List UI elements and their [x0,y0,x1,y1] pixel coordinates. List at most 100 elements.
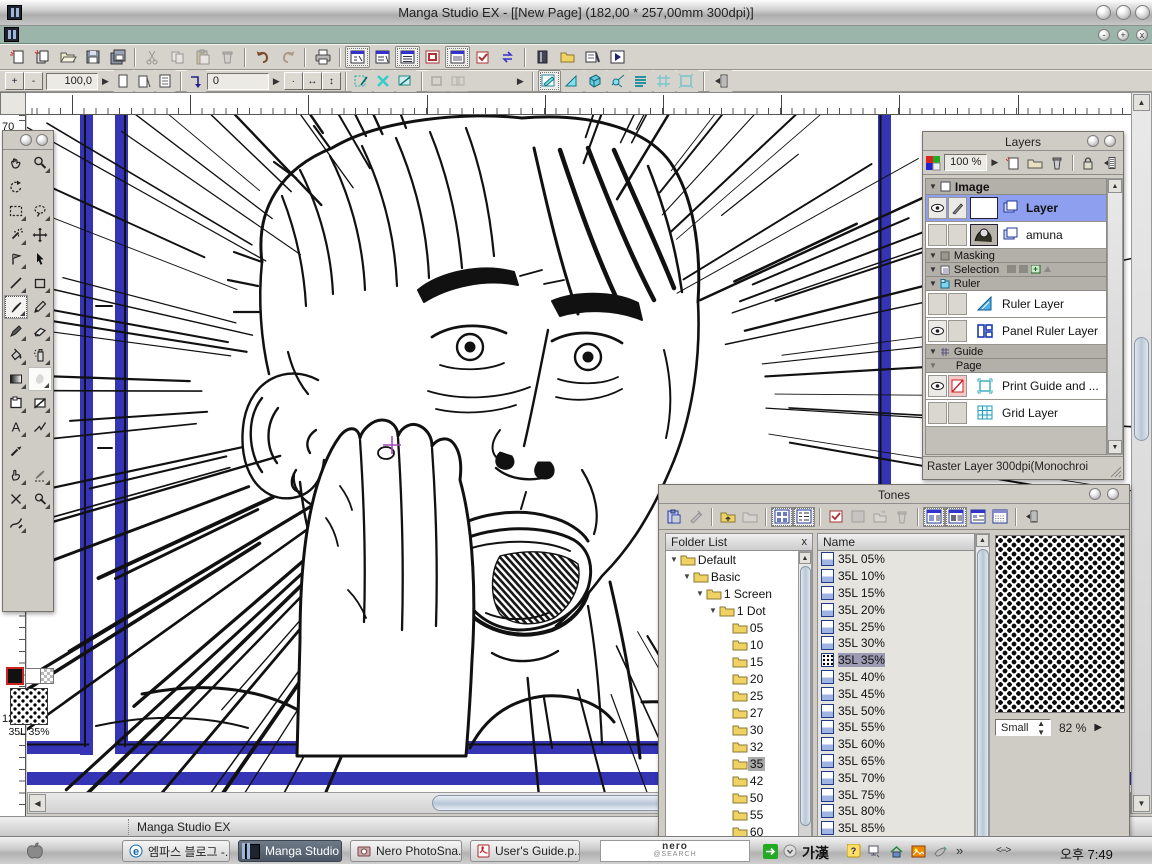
cut-button[interactable] [140,46,165,68]
folder-list-header[interactable]: Folder List x [665,533,813,551]
apply-tone-button[interactable] [847,507,869,527]
tray-help-icon[interactable]: ? [846,843,862,859]
menu-item[interactable] [60,26,78,30]
tone-list-item[interactable]: 35L 50% [818,702,974,719]
tray-home-icon[interactable] [888,843,904,859]
folder-tree-item[interactable]: ▼ 1 Screen [666,585,812,602]
thumbnail-view-button[interactable] [771,507,793,527]
preview-menu-arrow[interactable]: ▶ [1094,722,1102,733]
resize-grip-icon[interactable] [1108,464,1122,478]
move-tool[interactable] [28,223,52,247]
start-button-apple-icon[interactable] [24,841,46,861]
preview-size-select[interactable]: Small ▲▼ [995,719,1051,736]
tone-list-item[interactable]: 35L 30% [818,635,974,652]
menu-item[interactable] [168,26,186,30]
print-size-button[interactable] [155,70,176,92]
copy-button[interactable] [165,46,190,68]
airbrush-tool[interactable] [28,343,52,367]
vscroll-down-arrow[interactable]: ▼ [1133,795,1150,812]
view-folders-button[interactable] [923,507,945,527]
zoom-value-field[interactable]: 100,0 [46,73,98,90]
menu-item[interactable] [132,26,150,30]
folder-tree-item[interactable]: ▼ 32 [666,738,812,755]
visibility-toggle[interactable] [928,293,947,315]
focus-ruler-button[interactable] [607,70,630,92]
save-all-button[interactable] [105,46,130,68]
draw-toggle[interactable] [948,402,967,424]
flip-h-button[interactable]: ↔ [303,72,322,90]
paste-tone-button[interactable] [663,507,685,527]
rotate-value-field[interactable]: 0 [207,73,269,90]
redo-button[interactable] [275,46,300,68]
tone-list-header[interactable]: Name [817,533,975,551]
window-titlebar[interactable]: Manga Studio EX - [[New Page] (182,00 * … [0,0,1152,26]
no-print-toggle[interactable] [948,375,967,397]
lock-layer-button[interactable] [1078,153,1100,173]
foreground-color-swatch[interactable] [6,667,24,685]
tone-list-item[interactable]: 35L 55% [818,719,974,736]
flip-v-button[interactable]: ↕ [322,72,341,90]
visibility-toggle[interactable] [928,197,947,219]
menu-item[interactable] [114,26,132,30]
draw-toggle[interactable] [948,197,967,219]
page-prev-button[interactable] [427,70,448,92]
folder-tree-item[interactable]: ▼ 55 [666,806,812,823]
layers-palette-toggle[interactable] [395,46,420,68]
folder-tree-item[interactable]: ▼ Basic [666,568,812,585]
run-action-button[interactable] [605,46,630,68]
tools-palette-close-button[interactable] [36,134,48,146]
folder-tree-item[interactable]: ▼ 15 [666,653,812,670]
tray-launch-icon[interactable] [762,843,778,859]
folder-tree-item[interactable]: ▼ Default [666,551,812,568]
menu-item[interactable] [150,26,168,30]
selection-launcher-tool[interactable] [4,247,28,271]
list-view-button[interactable] [793,507,815,527]
sync-palettes-button[interactable] [495,46,520,68]
tones-menu-button[interactable] [1021,507,1043,527]
menu-item[interactable] [42,26,60,30]
tones-collapse-button[interactable] [1089,488,1101,500]
layer-color-icon[interactable] [925,155,941,171]
view-simple-button[interactable] [989,507,1011,527]
print-button[interactable] [310,46,335,68]
folder-tree-item[interactable]: ▼ 27 [666,704,812,721]
layers-scroll-down[interactable]: ▼ [1108,440,1122,454]
hscroll-left-arrow[interactable]: ◀ [29,794,46,812]
selection-pen-tool[interactable] [28,463,52,487]
undo-button[interactable] [250,46,275,68]
story-palette-toggle[interactable] [370,46,395,68]
tones-palette-titlebar[interactable]: Tones [659,485,1129,504]
layers-section-masking[interactable]: ▼ Masking [926,249,1106,263]
menu-item[interactable] [78,26,96,30]
doc-minimize-button[interactable]: - [1098,29,1110,41]
guide-button[interactable] [653,70,676,92]
menu-item[interactable] [186,26,204,30]
line-tool[interactable] [4,271,28,295]
view-detail-button[interactable] [967,507,989,527]
rotate-presets-arrow[interactable]: ▶ [269,76,284,87]
zoom-in-button[interactable]: + [5,72,24,90]
cross-ruler-tool[interactable] [4,487,28,511]
delete-button[interactable] [215,46,240,68]
tray-device-icon[interactable] [932,843,948,859]
rotate-view-button[interactable] [186,70,207,92]
fit-window-button[interactable] [113,70,134,92]
text-tool[interactable]: A [4,415,28,439]
doc-restore-button[interactable]: + [1117,29,1129,41]
tray-photo-icon[interactable] [910,843,926,859]
page-next-button[interactable] [448,70,469,92]
tone-scroll-thumb[interactable] [977,549,989,849]
tone-list-item[interactable]: 35L 40% [818,669,974,686]
menu-item[interactable] [24,26,42,30]
layers-section-page[interactable]: ▼ Page [926,359,1106,373]
folder-tree-item[interactable]: ▼ 50 [666,789,812,806]
expand-triangle-icon[interactable]: ▼ [670,555,678,564]
folder-tree-item[interactable]: ▼ 30 [666,721,812,738]
taskbar-task-nero-photosnap[interactable]: Nero PhotoSna... [350,840,462,862]
layer-row-grid[interactable]: Grid Layer [926,400,1106,427]
zoom-presets-arrow[interactable]: ▶ [98,76,113,87]
layer-row-amuna[interactable]: amuna [926,222,1106,249]
actual-size-button[interactable] [134,70,155,92]
tone-list-item[interactable]: 35L 60% [818,736,974,753]
tone-list-item[interactable]: 35L 70% [818,769,974,786]
